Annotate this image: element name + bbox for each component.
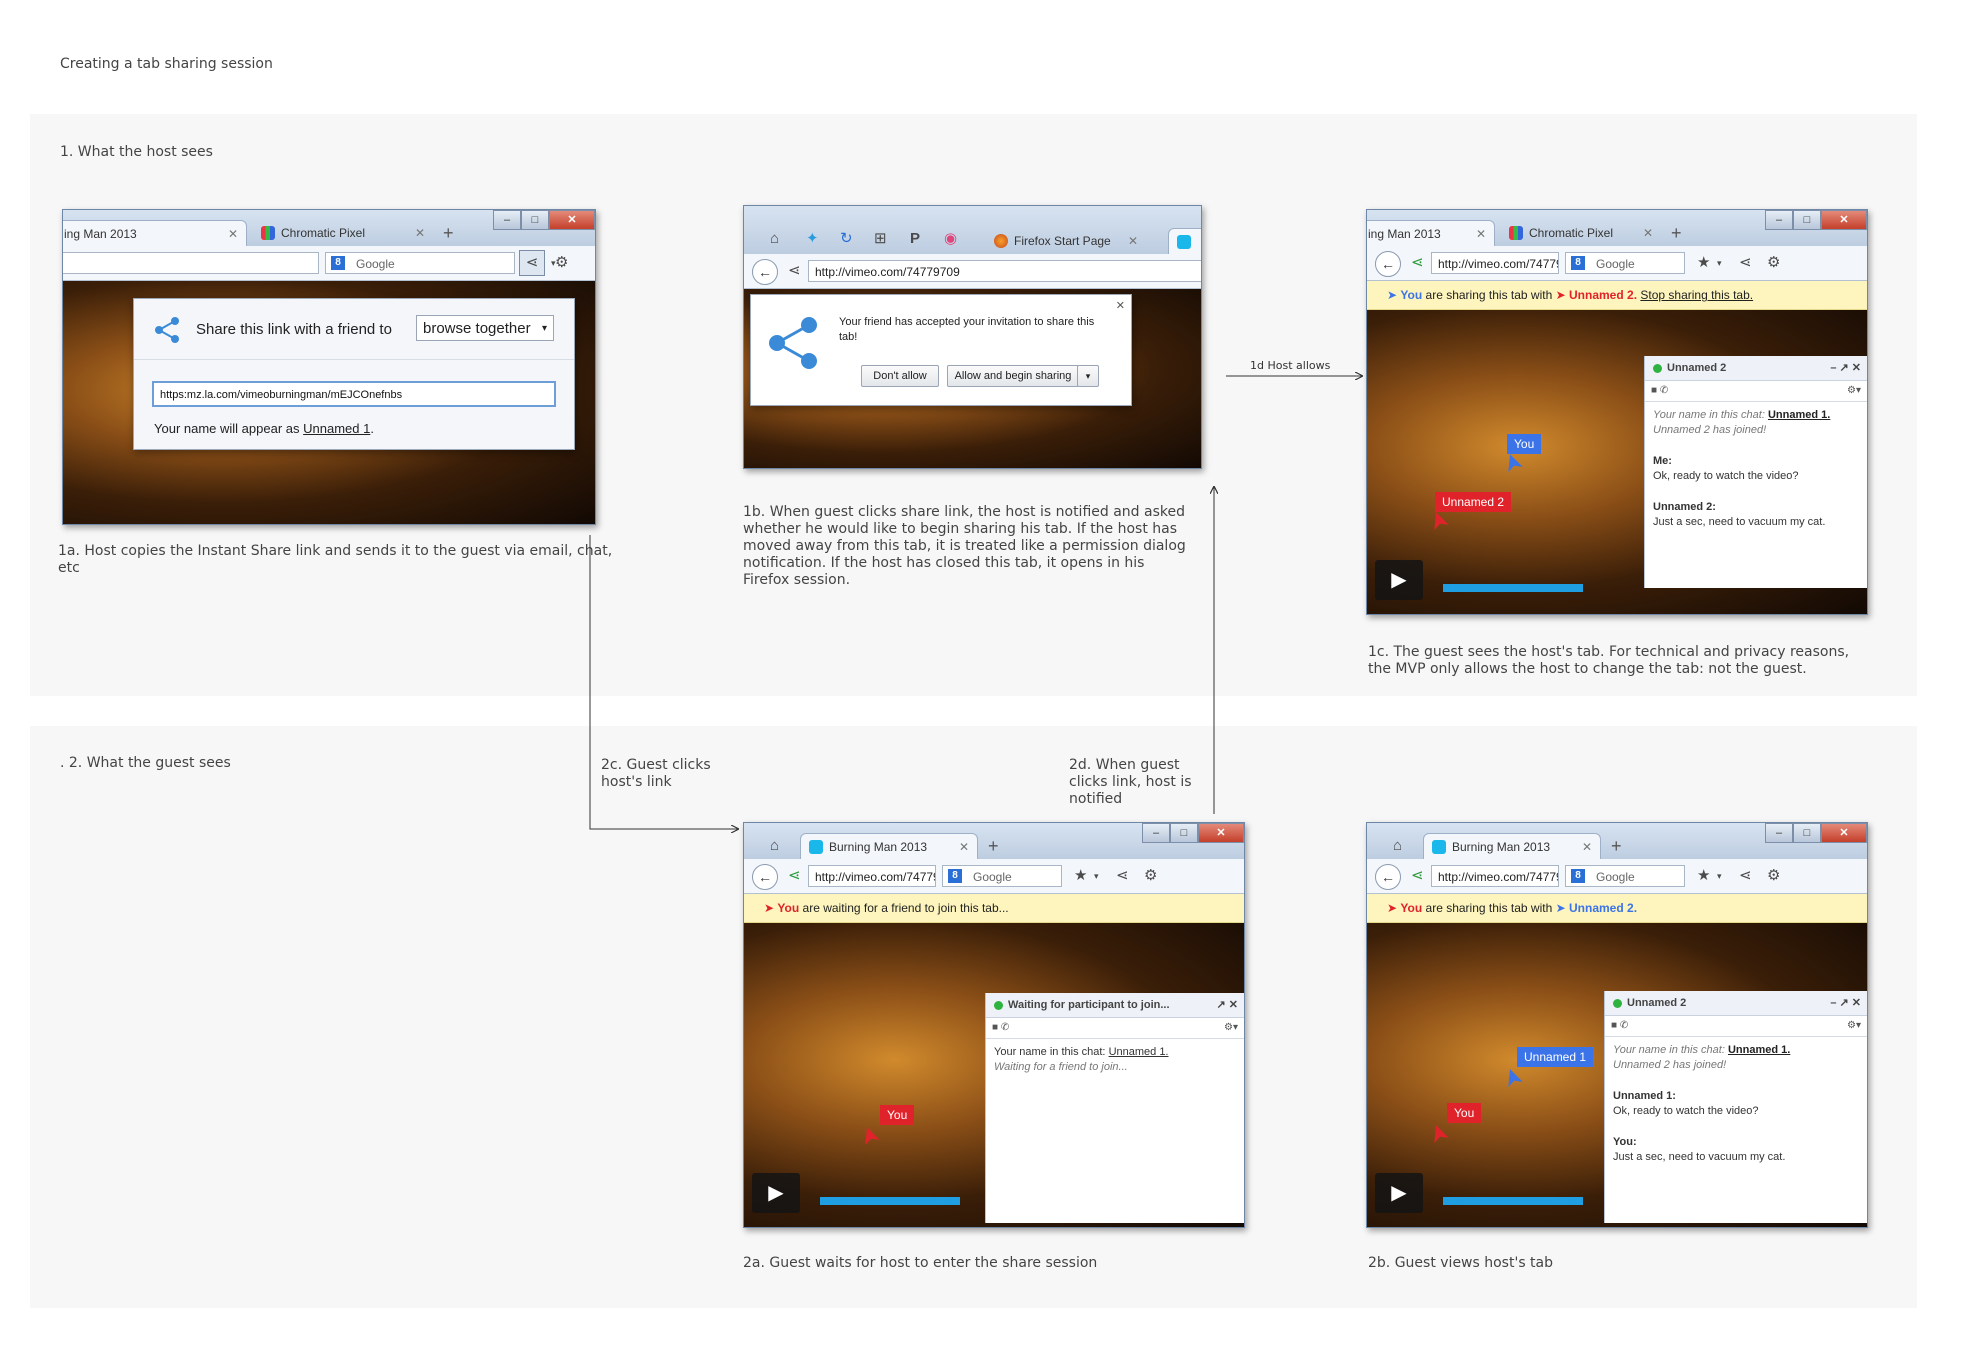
label-2c: 2c. Guest clicks host's link [601, 757, 711, 790]
label-1d: 1d Host allows [1250, 359, 1331, 372]
flow-arrows [589, 0, 1961, 1367]
label-2d: 2d. When guest clicks link, host is noti… [1069, 757, 1192, 807]
